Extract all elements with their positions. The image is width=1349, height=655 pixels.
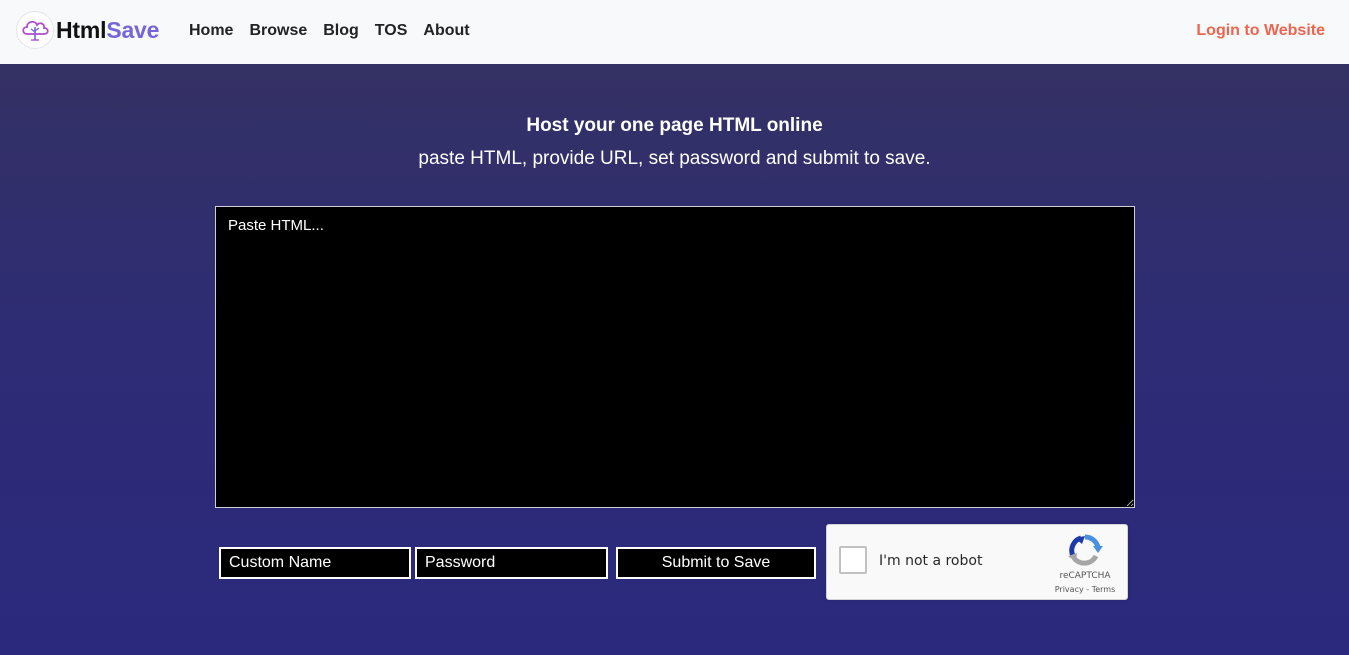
login-link[interactable]: Login to Website [1196,22,1325,40]
submit-to-save-button[interactable]: Submit to Save [616,547,816,579]
nav-about-link[interactable]: About [423,22,469,40]
page-subtitle: paste HTML, provide URL, set password an… [418,148,931,169]
recaptcha-checkbox[interactable] [839,546,867,574]
html-input-textarea[interactable] [215,206,1135,508]
nav-blog-link[interactable]: Blog [323,22,359,40]
recaptcha-logo-icon [1068,534,1103,566]
recaptcha-terms-link[interactable]: Terms [1092,585,1116,594]
recaptcha-links: Privacy - Terms [1043,585,1127,594]
nav-browse-link[interactable]: Browse [249,22,307,40]
recaptcha-brand-label: reCAPTCHA [1059,571,1111,581]
recaptcha-widget: I'm not a robot reCAPTCHA Privacy - Term… [826,524,1128,600]
recaptcha-label: I'm not a robot [879,553,983,569]
brand-name-part2: Save [106,16,160,43]
nav-home-link[interactable]: Home [189,22,233,40]
custom-name-input[interactable] [219,547,411,579]
brand-logo-link[interactable]: HtmlSave [16,11,159,49]
hero-section: Host your one page HTML online paste HTM… [0,64,1349,655]
brand-name: HtmlSave [56,17,159,44]
nav-tos-link[interactable]: TOS [375,22,408,40]
recaptcha-privacy-link[interactable]: Privacy [1055,585,1084,594]
top-navbar: HtmlSave Home Browse Blog TOS About Logi… [0,0,1349,64]
brand-name-part1: Html [56,16,107,43]
password-input[interactable] [415,547,608,579]
main-nav: Home Browse Blog TOS About [189,22,486,40]
recaptcha-separator: - [1083,585,1092,594]
page-title: Host your one page HTML online [526,115,823,136]
cloud-tree-logo-icon [16,11,54,49]
